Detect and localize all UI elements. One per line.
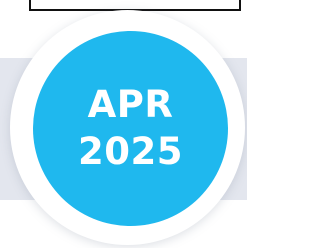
page-canvas: APR 2025	[0, 0, 247, 248]
date-badge-month: APR	[87, 83, 174, 127]
date-badge-year: 2025	[78, 129, 183, 173]
date-badge: APR 2025	[33, 31, 228, 226]
